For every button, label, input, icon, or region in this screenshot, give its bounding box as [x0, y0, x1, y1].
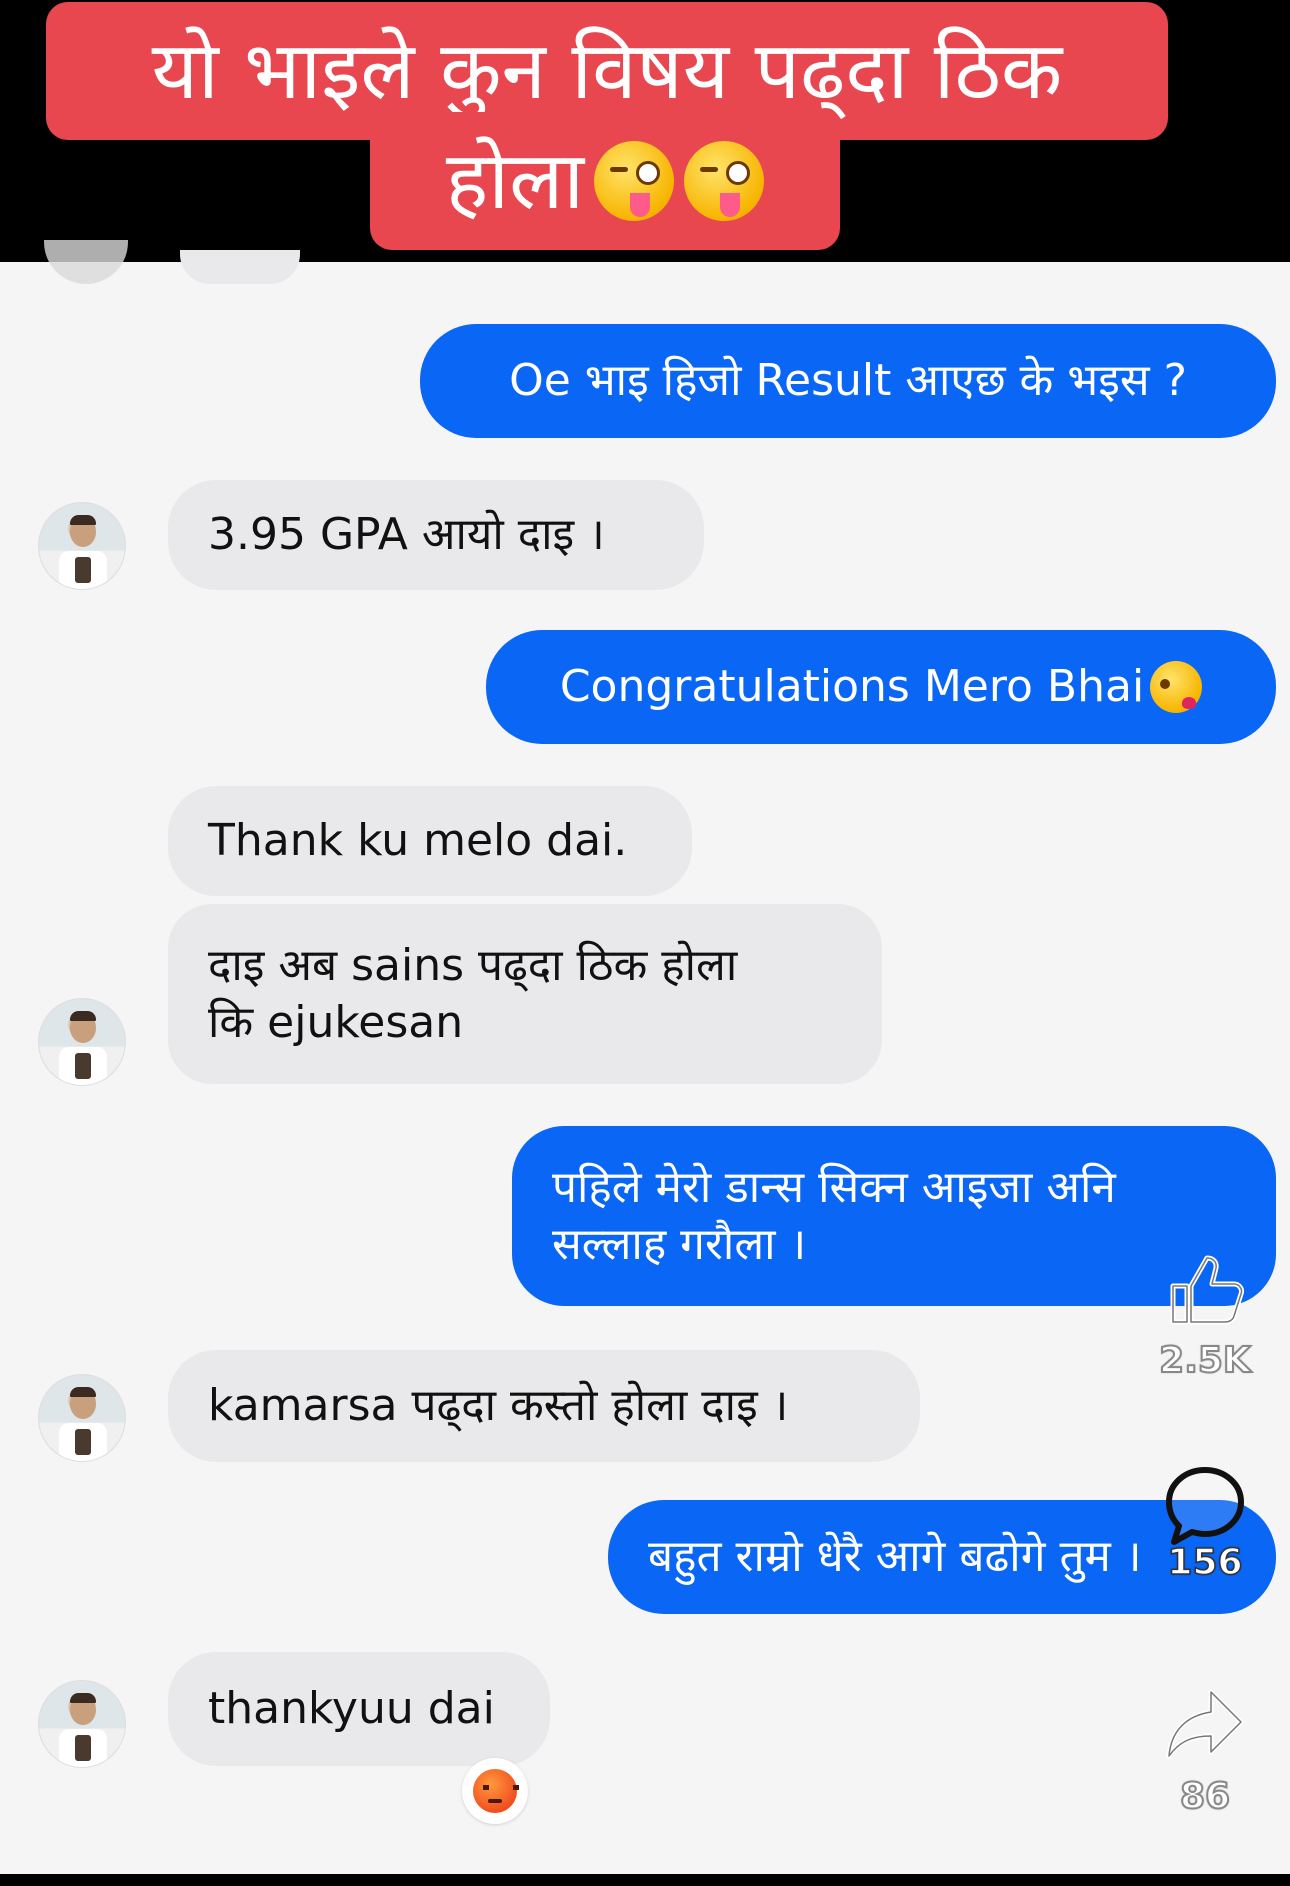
like-action[interactable]: 2.5K [1150, 1246, 1260, 1382]
share-action[interactable]: 86 [1150, 1682, 1260, 1818]
contact-avatar[interactable] [38, 502, 126, 590]
message-bubble-outgoing[interactable]: Oe भाइ हिजो Result आएछ के भइस ? [420, 324, 1276, 438]
kissing-face-emoji [1150, 661, 1203, 713]
message-text: Oe भाइ हिजो Result आएछ के भइस ? [509, 355, 1187, 407]
bottom-black-band [0, 1874, 1290, 1886]
message-reaction[interactable] [462, 1758, 528, 1824]
contact-avatar[interactable] [38, 1374, 126, 1462]
contact-avatar[interactable] [38, 1680, 126, 1768]
zany-face-emoji [684, 141, 765, 221]
message-text-line: कि ejukesan [208, 997, 464, 1048]
message-text-line: दाइ अब sains पढ्दा ठिक होला [208, 939, 738, 991]
contact-avatar[interactable] [38, 998, 126, 1086]
message-bubble-outgoing[interactable]: Congratulations Mero Bhai [486, 630, 1276, 744]
message-text-line: पहिले मेरो डान्स सिक्न आइजा अनि [552, 1161, 1116, 1213]
message-bubble-incoming[interactable]: thankyuu dai [168, 1652, 550, 1766]
comment-bubble-icon [1166, 1467, 1244, 1545]
zany-face-emoji [594, 141, 675, 221]
message-text: बहुत राम्रो धेरै आगे बढोगे तुम । [648, 1531, 1142, 1583]
message-bubble-incoming[interactable]: Thank ku melo dai. [168, 786, 692, 896]
share-count: 86 [1179, 1775, 1231, 1818]
partial-message-bubble [180, 250, 300, 284]
thumbs-up-icon [1170, 1255, 1244, 1325]
comment-action[interactable]: 156 [1150, 1462, 1260, 1584]
message-text: Congratulations Mero Bhai [559, 661, 1145, 713]
angry-face-emoji [473, 1769, 519, 1813]
message-bubble-incoming[interactable]: kamarsa पढ्दा कस्तो होला दाइ । [168, 1350, 920, 1462]
like-count: 2.5K [1158, 1339, 1252, 1382]
message-text: thankyuu dai [208, 1683, 495, 1735]
caption-text-1: यो भाइले कुन विषय पढ्दा ठिक [151, 24, 1063, 117]
message-text: 3.95 GPA आयो दाइ । [208, 509, 605, 561]
share-arrow-icon [1166, 1689, 1244, 1759]
message-text: Thank ku melo dai. [208, 815, 628, 867]
message-text: kamarsa पढ्दा कस्तो होला दाइ । [208, 1380, 789, 1432]
message-bubble-incoming[interactable]: दाइ अब sains पढ्दा ठिक होला कि ejukesan [168, 904, 882, 1084]
caption-line-2: होला [370, 112, 840, 250]
message-bubble-incoming[interactable]: 3.95 GPA आयो दाइ । [168, 480, 704, 590]
comment-count: 156 [1167, 1541, 1244, 1584]
caption-text-2: होला [445, 134, 585, 227]
message-text-line: सल्लाह गरौला । [552, 1219, 807, 1270]
